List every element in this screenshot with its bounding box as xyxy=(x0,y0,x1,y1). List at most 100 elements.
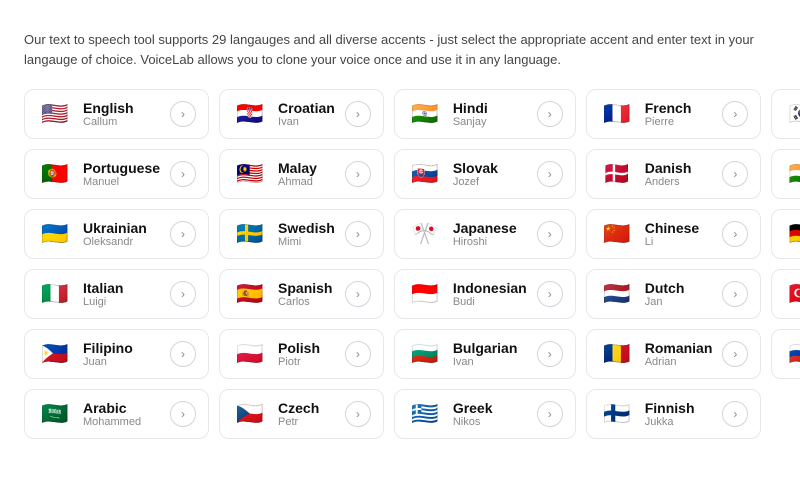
arrow-button[interactable]: › xyxy=(345,401,371,427)
arrow-button[interactable]: › xyxy=(345,101,371,127)
lang-info: French Pierre xyxy=(645,100,713,128)
lang-info: Polish Piotr xyxy=(278,340,335,368)
lang-card-polish[interactable]: 🇵🇱 Polish Piotr › xyxy=(219,329,384,379)
arrow-button[interactable]: › xyxy=(170,101,196,127)
lang-name: Hindi xyxy=(453,100,527,116)
lang-card-turkish[interactable]: 🇹🇷 Turkish Mehmet › xyxy=(771,269,800,319)
flag-french: 🇫🇷 xyxy=(599,101,635,127)
flag-korean: 🇰🇷 xyxy=(784,101,800,127)
page-subtitle: Our text to speech tool supports 29 lang… xyxy=(24,30,776,69)
lang-name: Slovak xyxy=(453,160,527,176)
lang-card-czech[interactable]: 🇨🇿 Czech Petr › xyxy=(219,389,384,439)
lang-name: Arabic xyxy=(83,400,160,416)
lang-name: Dutch xyxy=(645,280,713,296)
lang-card-croatian[interactable]: 🇭🇷 Croatian Ivan › xyxy=(219,89,384,139)
flag-greek: 🇬🇷 xyxy=(407,401,443,427)
lang-speaker: Piotr xyxy=(278,356,335,368)
lang-card-arabic[interactable]: 🇸🇦 Arabic Mohammed › xyxy=(24,389,209,439)
lang-card-danish[interactable]: 🇩🇰 Danish Anders › xyxy=(586,149,762,199)
lang-card-romanian[interactable]: 🇷🇴 Romanian Adrian › xyxy=(586,329,762,379)
lang-info: Chinese Li xyxy=(645,220,713,248)
flag-tamil: 🇮🇳 xyxy=(784,161,800,187)
lang-name: Italian xyxy=(83,280,160,296)
lang-speaker: Nikos xyxy=(453,416,527,428)
arrow-button[interactable]: › xyxy=(537,401,563,427)
lang-card-finnish[interactable]: 🇫🇮 Finnish Jukka › xyxy=(586,389,762,439)
lang-card-chinese[interactable]: 🇨🇳 Chinese Li › xyxy=(586,209,762,259)
flag-portuguese: 🇵🇹 xyxy=(37,161,73,187)
lang-info: Swedish Mimi xyxy=(278,220,335,248)
lang-speaker: Luigi xyxy=(83,296,160,308)
lang-info: Bulgarian Ivan xyxy=(453,340,527,368)
arrow-button[interactable]: › xyxy=(345,281,371,307)
arrow-button[interactable]: › xyxy=(537,281,563,307)
flag-arabic: 🇸🇦 xyxy=(37,401,73,427)
arrow-button[interactable]: › xyxy=(722,341,748,367)
lang-name: Portuguese xyxy=(83,160,160,176)
arrow-button[interactable]: › xyxy=(537,221,563,247)
flag-english: 🇺🇸 xyxy=(37,101,73,127)
arrow-button[interactable]: › xyxy=(170,341,196,367)
arrow-button[interactable]: › xyxy=(537,161,563,187)
lang-speaker: Li xyxy=(645,236,713,248)
arrow-button[interactable]: › xyxy=(345,221,371,247)
lang-info: Finnish Jukka xyxy=(645,400,713,428)
lang-card-italian[interactable]: 🇮🇹 Italian Luigi › xyxy=(24,269,209,319)
lang-name: French xyxy=(645,100,713,116)
arrow-button[interactable]: › xyxy=(722,221,748,247)
arrow-button[interactable]: › xyxy=(537,341,563,367)
lang-info: Croatian Ivan xyxy=(278,100,335,128)
arrow-button[interactable]: › xyxy=(345,161,371,187)
lang-name: Ukrainian xyxy=(83,220,160,236)
lang-card-german[interactable]: 🇩🇪 German Lina › xyxy=(771,209,800,259)
arrow-button[interactable]: › xyxy=(722,101,748,127)
lang-card-ukrainian[interactable]: 🇺🇦 Ukrainian Oleksandr › xyxy=(24,209,209,259)
arrow-button[interactable]: › xyxy=(537,101,563,127)
lang-speaker: Jukka xyxy=(645,416,713,428)
lang-info: Danish Anders xyxy=(645,160,713,188)
lang-speaker: Hiroshi xyxy=(453,236,527,248)
lang-info: Greek Nikos xyxy=(453,400,527,428)
lang-card-malay[interactable]: 🇲🇾 Malay Ahmad › xyxy=(219,149,384,199)
lang-speaker: Manuel xyxy=(83,176,160,188)
lang-card-indonesian[interactable]: 🇮🇩 Indonesian Budi › xyxy=(394,269,576,319)
arrow-button[interactable]: › xyxy=(345,341,371,367)
lang-speaker: Mohammed xyxy=(83,416,160,428)
lang-card-russian[interactable]: 🇷🇺 Russian Aleksandr › xyxy=(771,329,800,379)
arrow-button[interactable]: › xyxy=(170,281,196,307)
lang-name: Bulgarian xyxy=(453,340,527,356)
lang-card-slovak[interactable]: 🇸🇰 Slovak Jozef › xyxy=(394,149,576,199)
flag-croatian: 🇭🇷 xyxy=(232,101,268,127)
lang-card-dutch[interactable]: 🇳🇱 Dutch Jan › xyxy=(586,269,762,319)
lang-speaker: Budi xyxy=(453,296,527,308)
lang-card-hindi[interactable]: 🇮🇳 Hindi Sanjay › xyxy=(394,89,576,139)
flag-danish: 🇩🇰 xyxy=(599,161,635,187)
lang-card-tamil[interactable]: 🇮🇳 Tamil Arvind › xyxy=(771,149,800,199)
arrow-button[interactable]: › xyxy=(170,161,196,187)
lang-card-korean[interactable]: 🇰🇷 Korean Min-jun › xyxy=(771,89,800,139)
arrow-button[interactable]: › xyxy=(170,221,196,247)
lang-card-bulgarian[interactable]: 🇧🇬 Bulgarian Ivan › xyxy=(394,329,576,379)
lang-card-greek[interactable]: 🇬🇷 Greek Nikos › xyxy=(394,389,576,439)
lang-name: English xyxy=(83,100,160,116)
lang-name: Finnish xyxy=(645,400,713,416)
lang-info: Romanian Adrian xyxy=(645,340,713,368)
lang-info: Arabic Mohammed xyxy=(83,400,160,428)
arrow-button[interactable]: › xyxy=(722,161,748,187)
arrow-button[interactable]: › xyxy=(170,401,196,427)
arrow-button[interactable]: › xyxy=(722,281,748,307)
lang-card-spanish[interactable]: 🇪🇸 Spanish Carlos › xyxy=(219,269,384,319)
arrow-button[interactable]: › xyxy=(722,401,748,427)
lang-card-japanese[interactable]: 🎌 Japanese Hiroshi › xyxy=(394,209,576,259)
lang-speaker: Callum xyxy=(83,116,160,128)
flag-romanian: 🇷🇴 xyxy=(599,341,635,367)
lang-name: Chinese xyxy=(645,220,713,236)
lang-card-filipino[interactable]: 🇵🇭 Filipino Juan › xyxy=(24,329,209,379)
lang-info: Spanish Carlos xyxy=(278,280,335,308)
lang-card-english[interactable]: 🇺🇸 English Callum › xyxy=(24,89,209,139)
lang-name: Malay xyxy=(278,160,335,176)
lang-card-swedish[interactable]: 🇸🇪 Swedish Mimi › xyxy=(219,209,384,259)
flag-japanese: 🎌 xyxy=(407,221,443,247)
lang-card-french[interactable]: 🇫🇷 French Pierre › xyxy=(586,89,762,139)
lang-card-portuguese[interactable]: 🇵🇹 Portuguese Manuel › xyxy=(24,149,209,199)
